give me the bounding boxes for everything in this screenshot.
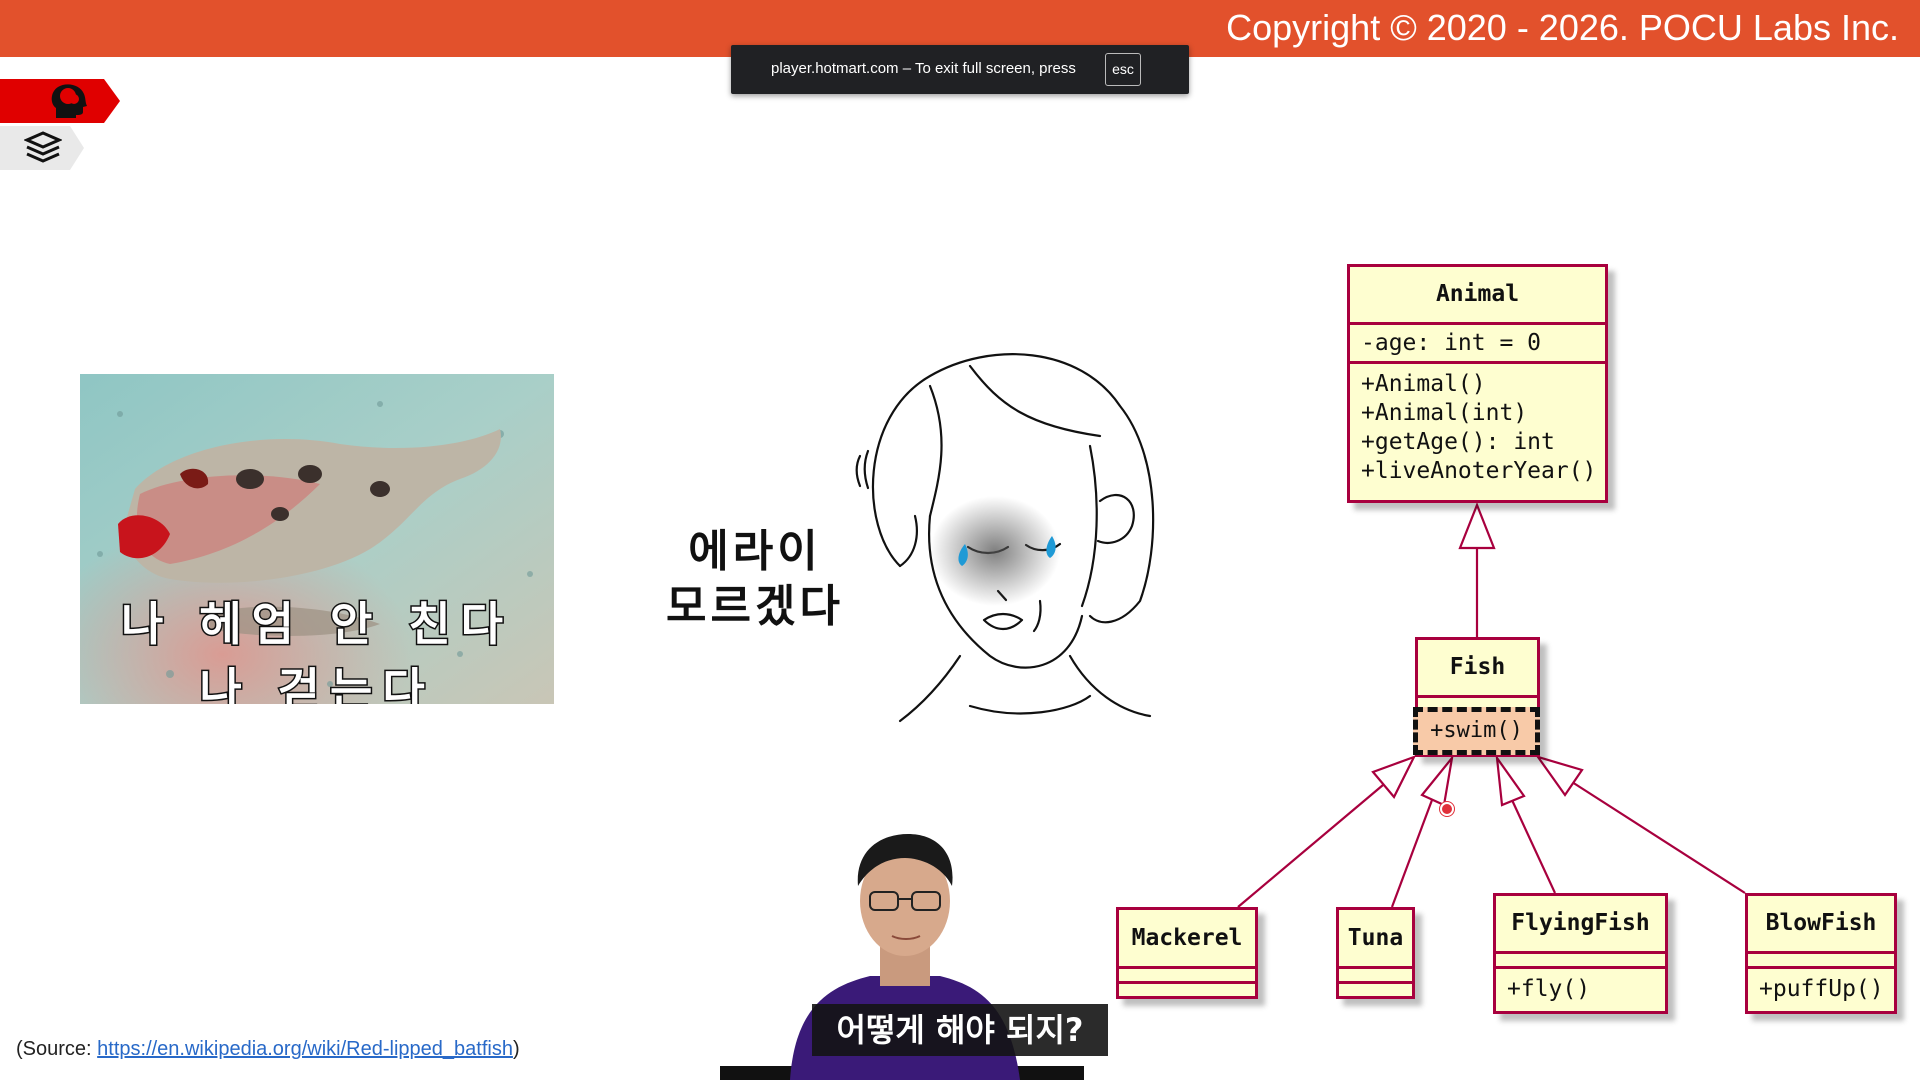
class-name-animal: Animal <box>1435 281 1520 307</box>
video-subtitle: 어떻게 해야 되지? <box>812 1004 1108 1056</box>
class-name-tuna: Tuna <box>1347 925 1404 951</box>
attributes-section <box>1119 966 1255 981</box>
uml-class-flyingfish: FlyingFish +fly() <box>1493 893 1668 1014</box>
source-link[interactable]: https://en.wikipedia.org/wiki/Red-lipped… <box>97 1038 513 1060</box>
method-swim-highlighted: +swim() <box>1413 707 1540 755</box>
methods-section: +Animal() +Animal(int) +getAge(): int +l… <box>1350 361 1605 486</box>
method-fly: +fly() <box>1507 976 1591 1002</box>
methods-section: +puffUp() <box>1748 966 1894 1004</box>
attributes-section <box>1339 966 1412 981</box>
class-name-mackerel: Mackerel <box>1131 925 1243 951</box>
laser-pointer-dot <box>1440 802 1454 816</box>
method-animal-ctor-int: +Animal(int) <box>1361 400 1528 426</box>
attribute-age: -age: int = 0 <box>1361 330 1542 356</box>
method-animal-ctor: +Animal() <box>1361 371 1486 397</box>
uml-class-mackerel: Mackerel <box>1116 907 1258 999</box>
class-name-flyingfish: FlyingFish <box>1511 910 1650 936</box>
attributes-section <box>1748 951 1894 966</box>
class-name-fish: Fish <box>1449 654 1506 680</box>
uml-class-animal: Animal -age: int = 0 +Animal() +Animal(i… <box>1347 264 1608 503</box>
methods-section: +fly() <box>1496 966 1665 1004</box>
uml-class-tuna: Tuna <box>1336 907 1415 999</box>
method-get-age: +getAge(): int <box>1361 429 1555 455</box>
source-prefix: (Source: <box>16 1038 98 1060</box>
methods-section <box>1339 981 1412 984</box>
uml-class-blowfish: BlowFish +puffUp() <box>1745 893 1897 1014</box>
method-live-another-year: +liveAnoterYear() <box>1361 458 1597 484</box>
source-citation: (Source: https://en.wikipedia.org/wiki/R… <box>16 1038 520 1061</box>
source-suffix: ) <box>512 1038 520 1060</box>
method-puff-up: +puffUp() <box>1759 976 1884 1002</box>
methods-section <box>1119 981 1255 984</box>
attributes-section: -age: int = 0 <box>1350 322 1605 361</box>
class-name-blowfish: BlowFish <box>1765 910 1877 936</box>
attributes-section <box>1496 951 1665 966</box>
